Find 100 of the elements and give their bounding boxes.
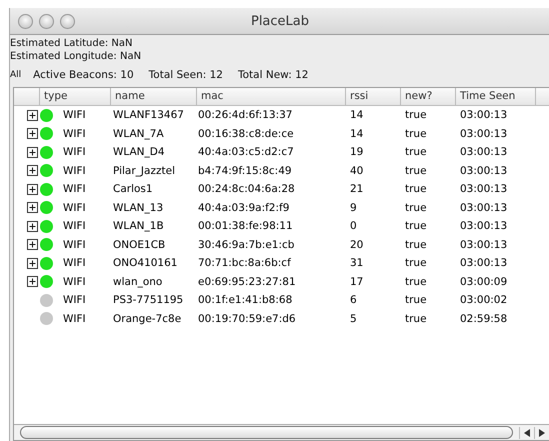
table-cell: 03:00:13 [460,238,508,251]
column-header[interactable]: Time Seen [456,88,536,105]
table-cell: 17 [350,276,364,288]
table-cell: Pilar_Jazztel [113,164,175,177]
total-seen-label: Total Seen: 12 [148,69,223,81]
table-cell: ONO410161 [113,257,178,270]
expand-icon[interactable] [27,239,38,250]
table-cell: 00:19:70:59:e7:d6 [198,312,296,325]
table-cell: 6 [350,294,357,306]
table-cell: true [405,128,427,140]
table-cell: 40:4a:03:c5:d2:c7 [198,146,294,158]
table-cell: Orange-7c8e [113,312,182,325]
table-cell: WLAN_D4 [113,146,165,158]
expand-icon[interactable] [27,146,38,158]
table-cell: 21 [350,183,364,196]
total-new-label: Total New: 12 [238,69,308,81]
table-cell: true [405,164,427,177]
table-cell: 14 [350,128,364,140]
table-cell: 03:00:13 [460,128,508,140]
table-cell: 00:16:38:c8:de:ce [198,128,294,140]
table-cell: 03:00:13 [460,164,508,177]
expand-icon[interactable] [27,258,38,269]
table-cell: WIFI [63,128,86,140]
table-cell: true [405,202,427,214]
table-cell: WIFI [63,202,86,214]
expand-icon[interactable] [27,276,38,288]
zoom-button[interactable] [60,14,75,28]
table-cell: 00:1f:e1:41:b8:68 [198,294,292,306]
active-beacons-label: Active Beacons: 10 [33,69,134,81]
table-cell: WLANF13467 [113,109,184,122]
table-cell: true [405,109,427,122]
table-cell: 9 [350,202,357,214]
table-cell: PS3-7751195 [113,294,184,306]
table-cell: true [405,238,427,251]
expand-icon[interactable] [27,202,38,214]
table-cell: true [405,220,427,232]
table-cell: 40 [350,164,364,177]
table-cell: wlan_ono [113,276,162,288]
table-cell: b4:74:9f:15:8c:49 [198,164,292,177]
expand-icon[interactable] [27,110,38,121]
table-cell: 03:00:13 [460,220,508,232]
table-cell: WIFI [63,312,86,325]
table-cell: WIFI [63,164,86,177]
horizontal-scrollbar[interactable] [14,424,549,440]
table-cell: WIFI [63,146,86,158]
expand-icon[interactable] [27,128,38,140]
filter-label: All [10,70,22,80]
latitude-label: Estimated Latitude: NaN [10,37,132,50]
table-cell: WIFI [63,294,86,306]
column-header[interactable]: new? [401,88,456,105]
table-cell: WIFI [63,257,86,270]
table-cell: 03:00:02 [460,294,508,306]
table-cell: ONOE1CB [113,238,166,251]
table-cell: WIFI [63,238,86,251]
table-cell: WIFI [63,183,86,196]
table-cell: 03:00:13 [460,202,508,214]
longitude-label: Estimated Longitude: NaN [10,50,142,63]
expand-icon[interactable] [27,165,38,176]
table-cell: 40:4a:03:9a:f2:f9 [198,202,290,214]
column-header[interactable]: type [40,88,111,105]
column-header[interactable]: name [111,88,197,105]
table-cell: true [405,312,427,325]
table-cell: WLAN_13 [113,202,164,214]
expand-icon[interactable] [27,184,38,195]
scroll-thumb[interactable] [20,426,513,439]
table-cell: 5 [350,312,357,325]
table-cell: true [405,146,427,158]
table-cell: 0 [350,220,357,232]
table-cell: 30:46:9a:7b:e1:cb [198,238,294,251]
column-header[interactable]: rssi [346,88,401,105]
table-cell: 70:71:bc:8a:6b:cf [198,257,291,270]
table-cell: 03:00:13 [460,257,508,270]
table-cell: WIFI [63,276,86,288]
table-cell: e0:69:95:23:27:81 [198,276,296,288]
table-cell: 03:00:09 [460,276,508,288]
table-cell: 00:01:38:fe:98:11 [198,220,293,232]
table-cell: 00:24:8c:04:6a:28 [198,183,295,196]
minimize-button[interactable] [39,14,54,28]
table-cell: true [405,294,427,306]
table-cell: WLAN_7A [113,128,164,140]
table-cell: Carlos1 [113,183,153,196]
table-cell: true [405,183,427,196]
expand-icon[interactable] [27,220,38,232]
table-cell: true [405,257,427,270]
table-cell: 03:00:13 [460,183,508,196]
table-cell: 20 [350,238,364,251]
close-button[interactable] [18,14,33,28]
table-cell: true [405,276,427,288]
table-cell: 31 [350,257,364,270]
table-cell: 00:26:4d:6f:13:37 [198,109,292,122]
table-cell: 19 [350,146,364,158]
column-header[interactable]: mac [197,88,346,105]
table-cell: 03:00:13 [460,146,508,158]
table-cell: WIFI [63,109,86,122]
table-cell: 14 [350,109,364,122]
window-title: PlaceLab [250,14,310,28]
table-cell: WIFI [63,220,86,232]
table-cell: 02:59:58 [460,312,508,325]
table-cell: WLAN_1B [113,220,164,232]
table-cell: 03:00:13 [460,109,508,122]
